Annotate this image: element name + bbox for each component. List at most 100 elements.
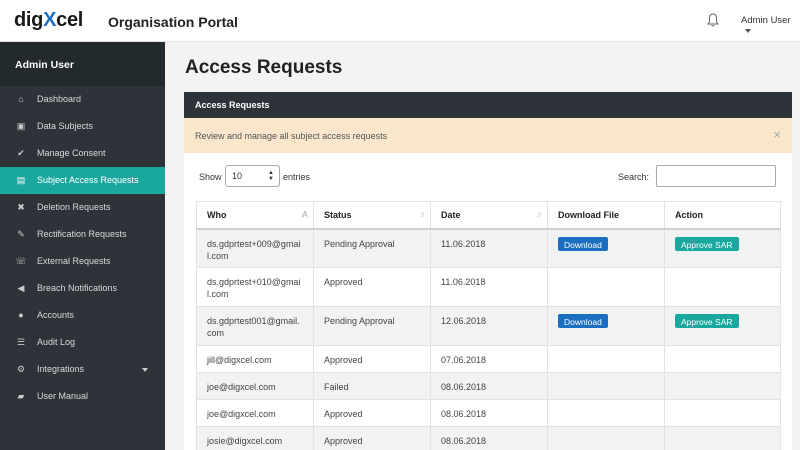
approve-sar-button[interactable]: Approve SAR — [675, 314, 739, 328]
sidebar-item-accounts[interactable]: ● Accounts — [0, 302, 165, 329]
sidebar-item-deletion-requests[interactable]: ✖ Deletion Requests — [0, 194, 165, 221]
search-label: Search: — [618, 172, 650, 182]
id-card-icon: ▤ — [16, 175, 26, 185]
list-icon: ☰ — [16, 337, 26, 347]
pencil-icon: ✎ — [17, 229, 25, 239]
sidebar-item-manage-consent[interactable]: ✔ Manage Consent — [0, 140, 165, 167]
column-header-action: Action — [664, 201, 781, 230]
cell-action — [664, 399, 781, 427]
sidebar-item-integrations[interactable]: ⚙ Integrations — [0, 356, 165, 383]
bell-icon[interactable] — [706, 12, 720, 28]
entries-per-page-value: 10 — [232, 171, 243, 181]
table-row: ds.gdprtest+009@gmai l.com Pending Approv… — [196, 228, 781, 268]
caret-down-icon — [745, 29, 751, 33]
check-icon: ✔ — [17, 148, 25, 158]
sidebar-item-label: External Requests — [37, 256, 111, 266]
cell-date: 12.06.2018 — [430, 306, 548, 346]
show-label: Show — [199, 172, 222, 182]
cell-download — [547, 345, 665, 373]
portal-title: Organisation Portal — [108, 14, 238, 30]
cell-status: Approved — [313, 426, 431, 450]
book-icon: ▰ — [17, 391, 25, 401]
cell-date: 08.06.2018 — [430, 426, 548, 450]
sidebar-item-label: Rectification Requests — [37, 229, 127, 239]
approve-sar-button[interactable]: Approve SAR — [675, 236, 739, 251]
sidebar-item-audit-log[interactable]: ☰ Audit Log — [0, 329, 165, 356]
table-row: joe@digxcel.com Approved 08.06.2018 — [196, 399, 781, 427]
info-alert-text: Review and manage all subject access req… — [195, 131, 388, 141]
cell-who: joe@digxcel.com — [196, 372, 314, 400]
cell-date: 08.06.2018 — [430, 372, 548, 400]
table-row: joe@digxcel.com Failed 08.06.2018 — [196, 372, 781, 400]
cell-action — [664, 426, 781, 450]
cell-download: Download — [547, 228, 665, 268]
column-header-status[interactable]: Status ↓↑ — [313, 201, 431, 230]
sort-icon: ↓↑ — [536, 210, 542, 219]
bullhorn-icon: ◀ — [17, 283, 25, 293]
sort-alpha-icon: ↓A — [300, 210, 308, 219]
cell-who: ds.gdprtest+009@gmai l.com — [196, 228, 314, 268]
sidebar-item-label: Deletion Requests — [37, 202, 111, 212]
cell-who: joe@digxcel.com — [196, 399, 314, 427]
cell-status: Pending Approval — [313, 228, 431, 268]
home-icon: ⌂ — [18, 94, 24, 104]
cell-status: Approved — [313, 345, 431, 373]
sidebar-item-subject-access-requests[interactable]: ▤ Subject Access Requests — [0, 167, 165, 194]
search-input[interactable] — [656, 165, 776, 187]
cell-who: jill@digxcel.com — [196, 345, 314, 373]
cell-status: Approved — [313, 399, 431, 427]
user-menu-label: Admin User — [741, 15, 791, 26]
sidebar-item-label: Dashboard — [37, 94, 82, 104]
cell-action — [664, 345, 781, 373]
cell-date: 08.06.2018 — [430, 399, 548, 427]
cell-action: Approve SAR — [664, 228, 781, 268]
sort-icon: ↓↑ — [419, 210, 425, 219]
sidebar-item-external-requests[interactable]: ☏ External Requests — [0, 248, 165, 275]
sidebar-item-label: User Manual — [37, 391, 89, 401]
cell-who: ds.gdprtest+010@gmai l.com — [196, 267, 314, 307]
panel-title: Access Requests — [184, 92, 792, 118]
table-row: ds.gdprtest+010@gmai l.com Approved 11.06.… — [196, 267, 781, 307]
column-header-date[interactable]: Date ↓↑ — [430, 201, 548, 230]
cell-download — [547, 372, 665, 400]
sidebar-item-rectification-requests[interactable]: ✎ Rectification Requests — [0, 221, 165, 248]
table-row: ds.gdprtest001@gmail. com Pending Approva… — [196, 306, 781, 346]
sidebar-item-label: Subject Access Requests — [37, 175, 139, 185]
column-header-who[interactable]: Who ↓A — [196, 201, 314, 230]
access-requests-panel: Access Requests Review and manage all su… — [184, 92, 792, 450]
sidebar-item-user-manual[interactable]: ▰ User Manual — [0, 383, 165, 410]
cell-download: Download — [547, 306, 665, 346]
table-row: josie@digxcel.com Approved 08.06.2018 — [196, 426, 781, 450]
cell-action — [664, 267, 781, 307]
table-controls: Show 10 ▲ ▼ entries Search: — [184, 153, 792, 199]
lock-icon: ▣ — [16, 121, 26, 131]
top-bar: digXcel Organisation Portal Admin User — [0, 0, 800, 42]
table-row: jill@digxcel.com Approved 07.06.2018 — [196, 345, 781, 373]
sidebar-item-dashboard[interactable]: ⌂ Dashboard — [0, 86, 165, 113]
sidebar-item-label: Breach Notifications — [37, 283, 118, 293]
info-alert: Review and manage all subject access req… — [184, 118, 792, 153]
user-menu[interactable]: Admin User — [741, 15, 800, 37]
user-remove-icon: ✖ — [17, 202, 25, 212]
sidebar-item-label: Data Subjects — [37, 121, 94, 131]
cell-download — [547, 267, 665, 307]
digxcel-logo[interactable]: digXcel — [14, 9, 83, 32]
cell-download — [547, 399, 665, 427]
download-button[interactable]: Download — [558, 314, 608, 328]
cell-status: Approved — [313, 267, 431, 307]
entries-per-page-select[interactable]: 10 ▲ ▼ — [225, 165, 280, 187]
cell-date: 11.06.2018 — [430, 228, 548, 268]
sidebar-item-breach-notifications[interactable]: ◀ Breach Notifications — [0, 275, 165, 302]
sidebar: Admin User ⌂ Dashboard ▣ Data Subjects ✔ Mana… — [0, 42, 165, 450]
chevron-down-icon — [142, 368, 148, 372]
phone-icon: ☏ — [15, 256, 27, 266]
sidebar-item-data-subjects[interactable]: ▣ Data Subjects — [0, 113, 165, 140]
entries-label: entries — [283, 172, 311, 182]
cell-status: Pending Approval — [313, 306, 431, 346]
page-title: Access Requests — [185, 57, 343, 78]
download-button[interactable]: Download — [558, 236, 608, 251]
user-icon: ● — [18, 310, 24, 320]
sidebar-item-label: Audit Log — [37, 337, 76, 347]
cell-action — [664, 372, 781, 400]
close-icon[interactable]: × — [773, 128, 781, 141]
